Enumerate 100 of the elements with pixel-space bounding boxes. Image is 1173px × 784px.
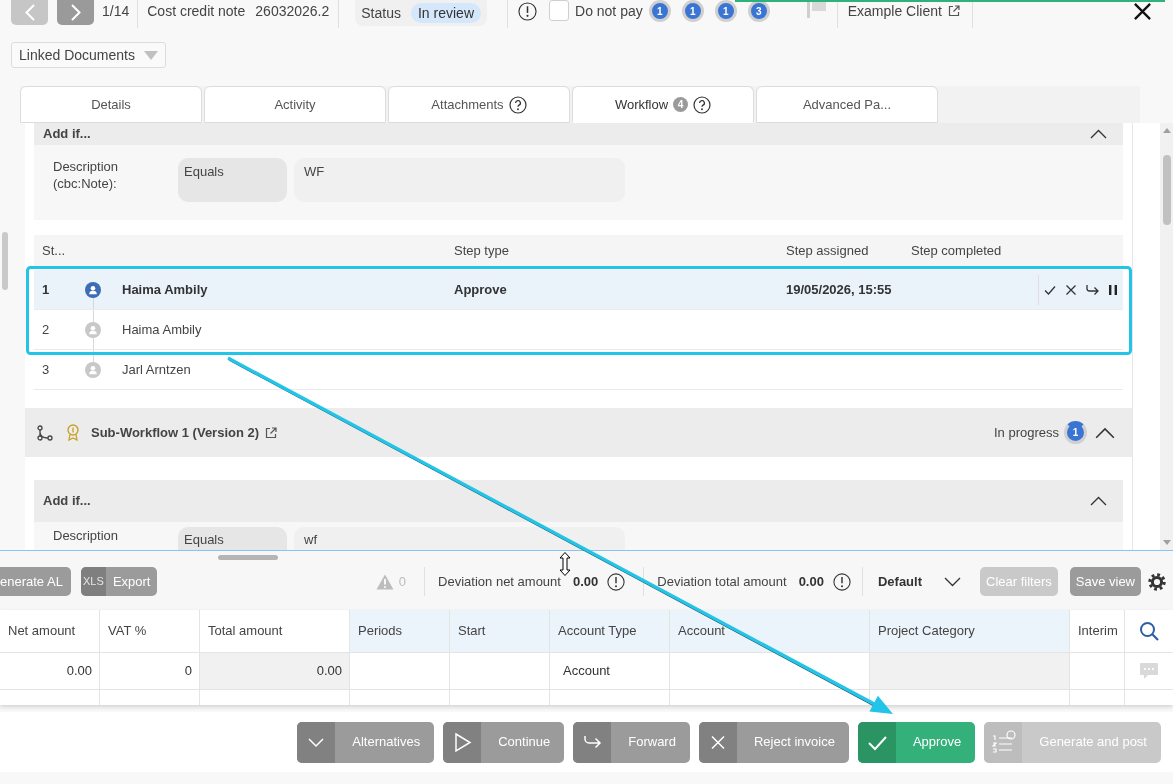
table-cell[interactable]: 0.00 — [0, 653, 100, 690]
section-title: Add if... — [43, 125, 91, 144]
client-link[interactable]: Example Client — [847, 0, 942, 22]
alert-icon — [607, 572, 626, 591]
count-badge: 3 — [747, 0, 770, 22]
step-user: Haima Ambily — [122, 280, 209, 299]
chevron-left-icon — [24, 4, 35, 21]
column-header[interactable]: Step completed — [911, 241, 1038, 261]
column-header[interactable]: Net amount — [0, 610, 100, 653]
step-type: Approve — [454, 280, 508, 299]
help-icon[interactable] — [508, 95, 527, 114]
operator-field[interactable]: Equals — [178, 527, 287, 550]
external-link-icon[interactable] — [265, 426, 278, 439]
column-header[interactable]: Periods — [350, 610, 450, 653]
help-icon[interactable] — [693, 95, 712, 114]
table-cell[interactable]: Account — [550, 653, 670, 690]
step-user: Haima Ambily — [122, 320, 203, 339]
page-counter: 1/14 — [102, 2, 130, 21]
tab[interactable]: Workflow 4 — [572, 86, 754, 123]
status-label: Status — [361, 3, 401, 23]
condition-label: Description (cbc:Note): — [53, 158, 120, 192]
alert-icon — [518, 2, 537, 21]
table-cell[interactable]: 0 — [100, 653, 200, 690]
next-button[interactable] — [57, 0, 94, 25]
x-icon — [698, 721, 737, 763]
x-icon[interactable] — [1065, 283, 1077, 296]
branch-icon — [37, 424, 53, 441]
scroll-up-icon[interactable] — [1162, 128, 1171, 133]
step-number: 1 — [42, 280, 51, 299]
tab[interactable]: Activity — [204, 86, 386, 123]
condition-label: Description — [53, 527, 120, 544]
count-badge: 4 — [673, 97, 689, 112]
column-header[interactable]: Start — [450, 610, 550, 653]
table-cell[interactable] — [870, 653, 1070, 690]
column-header[interactable]: Interim — [1070, 610, 1125, 653]
table-cell[interactable] — [1070, 653, 1125, 690]
play-icon — [443, 721, 482, 763]
table-cell[interactable] — [350, 653, 450, 690]
splitter-handle[interactable] — [218, 555, 278, 560]
step-assigned: 19/05/2026, 15:55 — [786, 280, 893, 299]
tab[interactable]: Attachments — [388, 86, 570, 123]
user-icon — [85, 281, 101, 298]
status-badge: In review — [411, 3, 481, 23]
deviation-value: 0.00 — [798, 572, 824, 591]
chevron-up-icon[interactable] — [1090, 496, 1107, 506]
deviation-label: Deviation net amount — [438, 572, 561, 591]
scrollbar-thumb[interactable] — [2, 232, 8, 290]
column-header[interactable]: St... — [42, 241, 122, 261]
chevron-up-icon[interactable] — [1095, 426, 1115, 439]
warning-icon — [375, 573, 394, 590]
deviation-value: 0.00 — [572, 572, 599, 591]
tab[interactable]: Advanced Pa... — [756, 86, 938, 123]
step-number: 3 — [42, 360, 51, 379]
column-header[interactable]: Account — [670, 610, 870, 653]
chevron-up-icon[interactable] — [1090, 129, 1107, 139]
forward-arrow-icon[interactable] — [1086, 283, 1099, 296]
scrollbar-thumb[interactable] — [1162, 155, 1171, 225]
chevron-down-icon — [297, 721, 336, 763]
count-badge: 1 — [714, 0, 737, 22]
column-header[interactable]: VAT % — [100, 610, 200, 653]
checkbox-label: Do not pay — [575, 2, 643, 21]
table-cell[interactable]: 0.00 — [200, 653, 350, 690]
count-badge: 1 — [648, 0, 671, 22]
column-header[interactable]: Project Category — [870, 610, 1070, 653]
column-header[interactable]: Step type — [454, 241, 786, 261]
dropdown-button[interactable]: Linked Documents — [11, 42, 166, 68]
alert-icon — [832, 572, 851, 591]
step-number: 2 — [42, 320, 51, 339]
caret-down-icon — [143, 50, 158, 60]
column-header[interactable]: Step assigned — [786, 241, 911, 261]
column-header[interactable]: Total amount — [200, 610, 350, 653]
check-icon[interactable] — [1044, 283, 1056, 296]
checkbox[interactable] — [549, 0, 569, 21]
tab[interactable]: Details — [20, 86, 202, 123]
progress-badge: 1 — [1064, 421, 1087, 444]
user-icon — [85, 361, 101, 378]
external-link-icon[interactable] — [947, 5, 960, 17]
close-icon[interactable] — [1133, 2, 1152, 21]
count-badge: 1 — [681, 0, 704, 22]
deviation-label: Deviation total amount — [657, 572, 787, 591]
chevron-down-icon[interactable] — [944, 576, 961, 587]
subworkflow-title[interactable]: Sub-Workflow 1 (Version 2) — [91, 422, 260, 443]
subworkflow-status: In progress — [993, 423, 1059, 442]
view-selector[interactable]: Default — [877, 571, 922, 592]
value-field[interactable]: WF — [294, 158, 625, 202]
table-cell[interactable] — [670, 653, 870, 690]
medal-icon — [67, 424, 79, 441]
scroll-down-icon[interactable] — [1162, 540, 1171, 545]
column-header[interactable]: Account Type — [550, 610, 670, 653]
pause-icon[interactable] — [1108, 283, 1118, 296]
operator-field[interactable]: Equals — [178, 158, 287, 202]
settings-icon[interactable] — [1148, 572, 1166, 591]
table-cell[interactable] — [450, 653, 550, 690]
check-icon — [857, 721, 896, 763]
warning-count: 0 — [398, 572, 407, 591]
comment-icon[interactable] — [1139, 662, 1159, 680]
section-title: Add if... — [43, 492, 91, 511]
search-icon[interactable] — [1139, 621, 1159, 641]
document-type: Cost credit note — [147, 2, 246, 21]
value-field[interactable]: wf — [294, 527, 625, 550]
